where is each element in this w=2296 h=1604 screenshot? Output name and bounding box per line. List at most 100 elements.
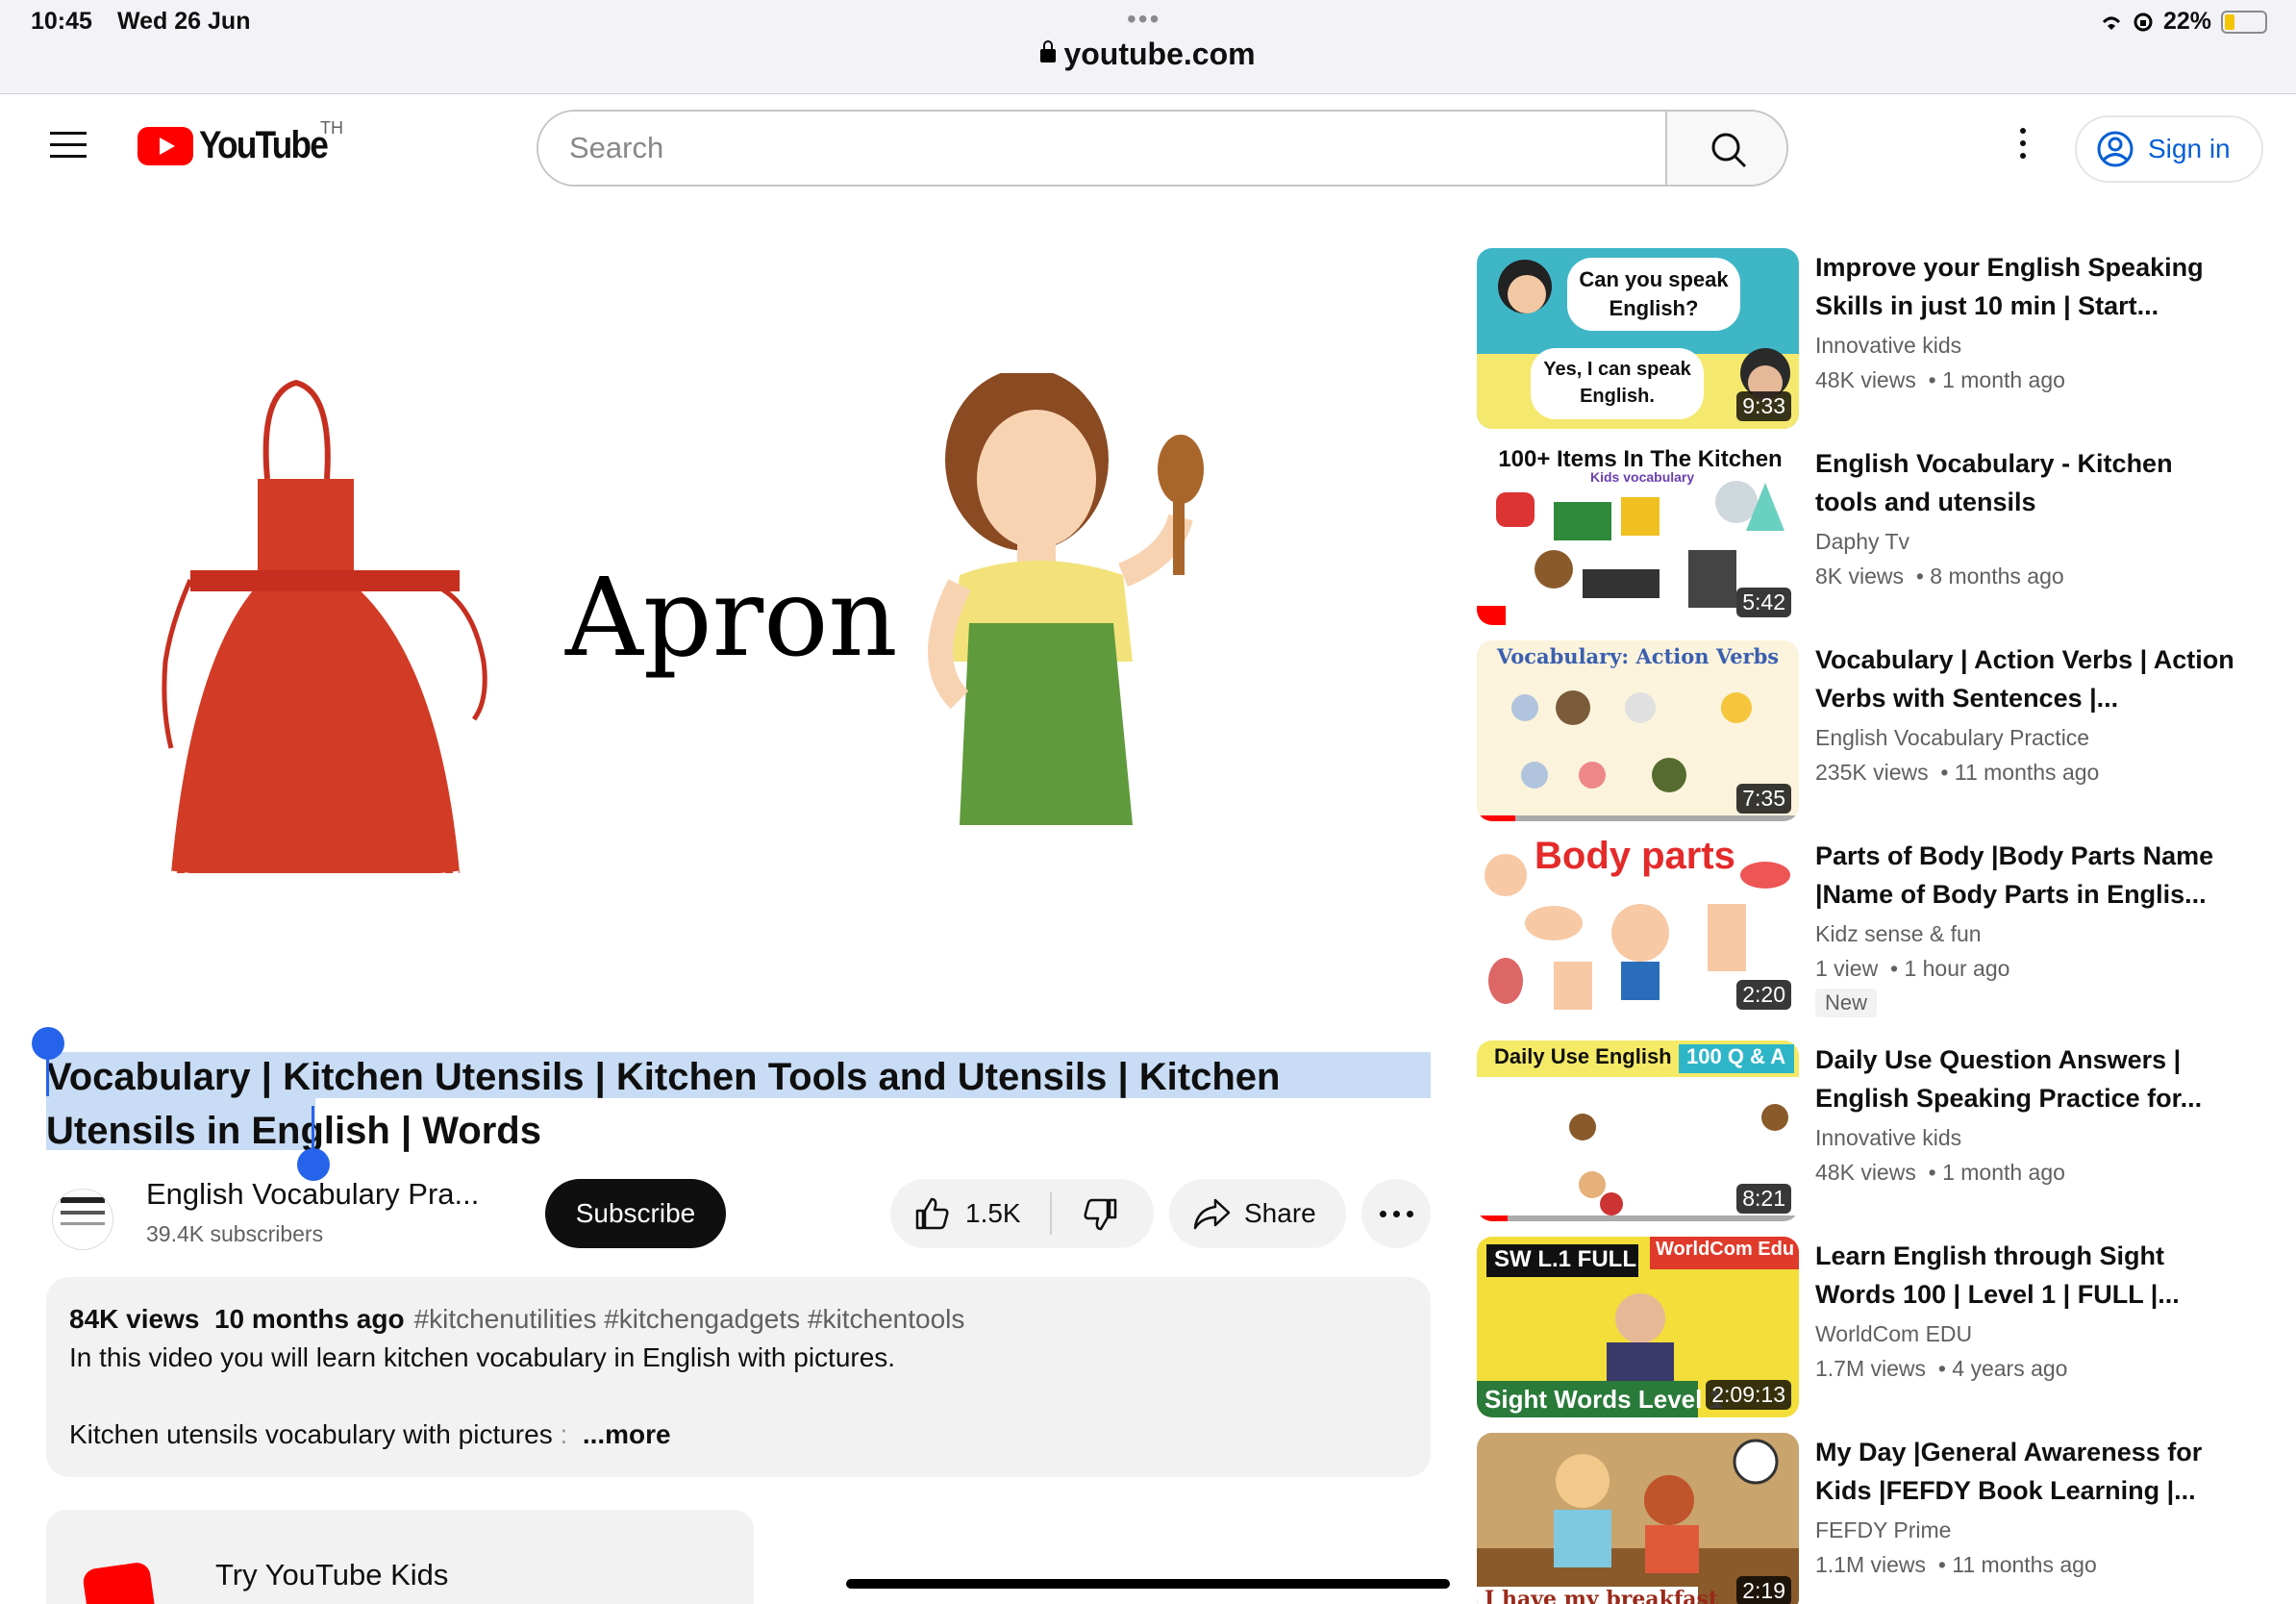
like-divider: [1050, 1192, 1052, 1235]
status-date: Wed 26 Jun: [117, 8, 251, 35]
battery-percent: 22%: [2162, 8, 2211, 35]
video-thumbnail[interactable]: Vocabulary: Action Verbs 7:35: [1477, 640, 1799, 821]
description-meta: 84K views 10 months ago #kitchenutilities…: [69, 1300, 1408, 1339]
description-line-1: In this video you will learn kitchen voc…: [69, 1342, 896, 1372]
account-icon: [2097, 131, 2134, 167]
selection-handle-start[interactable]: [32, 1027, 64, 1060]
video-thumbnail[interactable]: Can you speak English? Yes, I can speak …: [1477, 248, 1799, 429]
related-channel[interactable]: Daphy Tv: [1815, 529, 1909, 555]
selection-caret-end: [312, 1106, 314, 1152]
thumb-caption-1: Vocabulary: Action Verbs: [1496, 644, 1780, 668]
thumb-caption-2: Yes, I can speak English.: [1543, 359, 1691, 407]
thumb-caption-1: Body parts: [1535, 837, 1735, 877]
related-meta: 8K views • 8 months ago: [1815, 564, 2064, 589]
share-button[interactable]: Share: [1169, 1179, 1346, 1248]
tab-dots-icon[interactable]: •••: [1127, 4, 1160, 35]
dislike-button[interactable]: [1054, 1179, 1154, 1248]
video-thumbnail[interactable]: Daily Use English 100 Q & A 8:21: [1477, 1040, 1799, 1221]
like-button[interactable]: 1.5K: [890, 1179, 1050, 1248]
thumbs-up-icon: [915, 1197, 949, 1230]
search-input[interactable]: [538, 112, 1665, 185]
video-player[interactable]: Apron: [46, 248, 1431, 1027]
video-duration: 2:09:13: [1706, 1380, 1791, 1410]
search-box: [537, 110, 1788, 187]
related-channel[interactable]: Kidz sense & fun: [1815, 921, 1982, 947]
related-age: 1 month ago: [1942, 1160, 2065, 1185]
video-duration: 5:42: [1736, 588, 1791, 617]
thumbs-down-icon: [1084, 1198, 1117, 1231]
related-title[interactable]: Vocabulary | Action Verbs | Action Verbs…: [1815, 640, 2238, 717]
related-title[interactable]: Improve your English Speaking Skills in …: [1815, 248, 2238, 325]
related-meta: 48K views • 1 month ago: [1815, 1160, 2065, 1185]
related-views: 48K views: [1815, 1160, 1916, 1185]
related-channel[interactable]: WorldCom EDU: [1815, 1321, 1972, 1347]
thumb-caption-3: Sight Words Level 1: [1485, 1385, 1724, 1414]
related-age: 1 month ago: [1942, 367, 2065, 392]
video-duration: 2:20: [1736, 980, 1791, 1010]
status-time: 10:45: [31, 8, 92, 35]
related-video-item[interactable]: Daily Use English 100 Q & A 8:21 Daily U…: [1477, 1040, 2265, 1221]
menu-icon[interactable]: [50, 132, 87, 159]
video-duration: 9:33: [1736, 391, 1791, 421]
video-thumbnail[interactable]: I have my breakfast 2:19: [1477, 1433, 1799, 1604]
channel-name[interactable]: English Vocabulary Pra...: [146, 1177, 479, 1212]
wifi-icon: [2102, 16, 2121, 30]
youtube-logo[interactable]: YouTube: [137, 124, 344, 167]
video-duration: 8:21: [1736, 1184, 1791, 1214]
description-line-2-text: Kitchen utensils vocabulary with picture…: [69, 1419, 553, 1449]
description-box[interactable]: 84K views 10 months ago #kitchenutilities…: [46, 1277, 1431, 1477]
settings-kebab-icon[interactable]: [2011, 128, 2034, 168]
related-video-item[interactable]: Body parts 2:20 Parts of Body |Body Part…: [1477, 837, 2265, 1017]
video-thumbnail[interactable]: Body parts 2:20: [1477, 837, 1799, 1017]
sign-in-button[interactable]: Sign in: [2075, 115, 2263, 183]
orientation-lock-icon: [2134, 13, 2153, 31]
related-title[interactable]: English Vocabulary - Kitchen tools and u…: [1815, 444, 2238, 521]
related-video-item[interactable]: I have my breakfast 2:19 My Day |General…: [1477, 1433, 2265, 1604]
apron-word: Apron: [565, 556, 898, 681]
related-channel[interactable]: English Vocabulary Practice: [1815, 725, 2089, 751]
youtube-kids-card[interactable]: Try YouTube Kids: [46, 1510, 754, 1604]
thumb-caption-1: I have my breakfast: [1485, 1587, 1719, 1604]
show-more-link[interactable]: ...more: [583, 1419, 671, 1449]
channel-avatar[interactable]: [52, 1189, 113, 1250]
related-views: 1.7M views: [1815, 1356, 1927, 1381]
video-thumbnail[interactable]: SW L.1 FULL WorldCom Edu Sight Words Lev…: [1477, 1237, 1799, 1417]
video-thumbnail[interactable]: 100+ Items In The Kitchen Kids vocabular…: [1477, 444, 1799, 625]
masthead: YouTube TH Sign in: [0, 95, 2296, 201]
related-channel[interactable]: Innovative kids: [1815, 1125, 1961, 1151]
related-meta: 1.7M views • 4 years ago: [1815, 1356, 2068, 1381]
related-title[interactable]: Daily Use Question Answers | English Spe…: [1815, 1040, 2238, 1117]
related-title[interactable]: Learn English through Sight Words 100 | …: [1815, 1237, 2238, 1314]
subscribe-button[interactable]: Subscribe: [545, 1179, 726, 1248]
address-url: youtube.com: [1063, 37, 1256, 71]
related-age: 1 hour ago: [1904, 956, 2010, 981]
related-age: 11 months ago: [1952, 1552, 2097, 1577]
address-bar[interactable]: youtube.com: [0, 37, 2296, 72]
thumb-caption-1: Daily Use English: [1494, 1044, 1672, 1068]
share-label: Share: [1244, 1198, 1316, 1228]
search-button[interactable]: [1665, 112, 1786, 185]
related-title[interactable]: My Day |General Awareness for Kids |FEFD…: [1815, 1433, 2238, 1510]
video-title: Vocabulary | Kitchen Utensils | Kitchen …: [46, 1056, 1281, 1152]
related-title[interactable]: Parts of Body |Body Parts Name |Name of …: [1815, 837, 2238, 914]
related-video-item[interactable]: SW L.1 FULL WorldCom Edu Sight Words Lev…: [1477, 1237, 2265, 1417]
related-age: 11 months ago: [1954, 760, 2100, 785]
more-actions-button[interactable]: [1361, 1179, 1431, 1248]
new-badge: New: [1815, 989, 1878, 1017]
share-icon: [1193, 1198, 1231, 1230]
related-views: 235K views: [1815, 760, 1929, 785]
related-video-item[interactable]: 100+ Items In The Kitchen Kids vocabular…: [1477, 444, 2265, 625]
related-views: 1.1M views: [1815, 1552, 1927, 1577]
related-channel[interactable]: Innovative kids: [1815, 333, 1961, 359]
related-age: 8 months ago: [1930, 564, 2064, 589]
related-video-item[interactable]: Vocabulary: Action Verbs 7:35 Vocabulary…: [1477, 640, 2265, 821]
related-video-item[interactable]: Can you speak English? Yes, I can speak …: [1477, 248, 2265, 429]
related-views: 1 view: [1815, 956, 1879, 981]
home-indicator[interactable]: [846, 1579, 1450, 1589]
related-channel[interactable]: FEFDY Prime: [1815, 1517, 1951, 1543]
related-age: 4 years ago: [1952, 1356, 2068, 1381]
selection-caret-start: [46, 1054, 49, 1096]
hashtags[interactable]: #kitchenutilities #kitchengadgets #kitch…: [414, 1304, 965, 1334]
selection-handle-end[interactable]: [297, 1148, 330, 1181]
like-dislike-bar: 1.5K: [890, 1179, 1154, 1248]
